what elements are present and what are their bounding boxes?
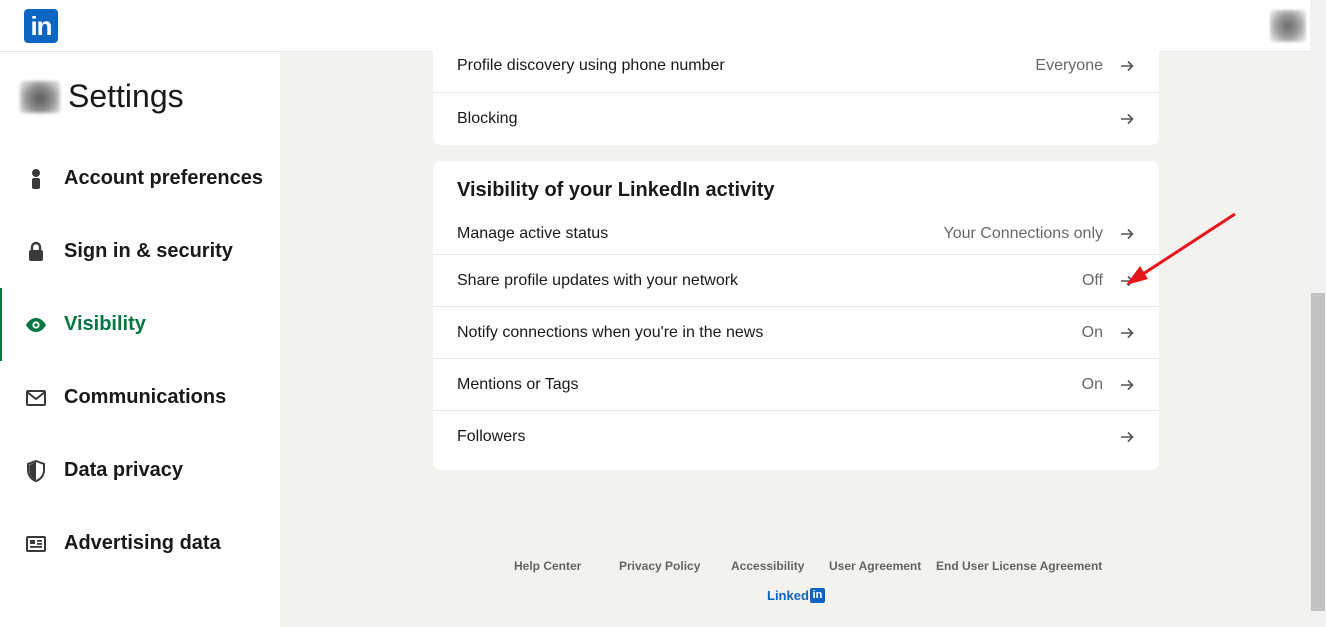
sidebar-item-label: Communications — [64, 386, 227, 408]
setting-row-share-profile-updates[interactable]: Share profile updates with your network … — [433, 254, 1159, 306]
sidebar-item-account-preferences[interactable]: Account preferences — [0, 142, 280, 215]
setting-value: Everyone — [1035, 57, 1103, 74]
setting-row-followers[interactable]: Followers — [433, 410, 1159, 462]
arrow-right-icon — [1119, 429, 1135, 445]
setting-label: Mentions or Tags — [457, 375, 579, 393]
settings-sidebar: Settings Account preferences Sign in & s… — [0, 52, 280, 627]
person-icon — [24, 167, 48, 191]
setting-value: On — [1081, 375, 1103, 393]
sidebar-item-data-privacy[interactable]: Data privacy — [0, 434, 280, 507]
lock-icon — [24, 240, 48, 264]
arrow-right-icon — [1119, 273, 1135, 289]
sidebar-item-label: Advertising data — [64, 532, 221, 554]
page-scrollbar[interactable] — [1310, 0, 1326, 627]
ad-icon — [24, 532, 48, 556]
activity-visibility-card: Visibility of your LinkedIn activity Man… — [433, 161, 1159, 470]
settings-nav: Account preferences Sign in & security V… — [0, 142, 280, 580]
setting-row-profile-discovery-phone[interactable]: Profile discovery using phone number Eve… — [433, 40, 1159, 92]
scrollbar-thumb[interactable] — [1311, 293, 1325, 611]
sidebar-item-communications[interactable]: Communications — [0, 361, 280, 434]
section-title: Visibility of your LinkedIn activity — [457, 179, 775, 201]
footer-link-privacy-policy[interactable]: Privacy Policy — [619, 559, 700, 573]
footer-link-user-agreement[interactable]: User Agreement — [829, 559, 921, 573]
footer-brand-badge: in — [809, 588, 825, 603]
sidebar-item-label: Account preferences — [64, 167, 263, 189]
setting-label: Manage active status — [457, 224, 609, 242]
user-avatar[interactable] — [1270, 10, 1306, 42]
arrow-right-icon — [1119, 377, 1135, 393]
setting-value: On — [1081, 323, 1103, 341]
setting-label: Share profile updates with your network — [457, 271, 739, 289]
sidebar-item-label: Visibility — [64, 313, 146, 335]
setting-label: Profile discovery using phone number — [457, 57, 725, 74]
footer-linkedin-logo: Linked in — [767, 588, 825, 603]
footer-link-help-center[interactable]: Help Center — [514, 559, 581, 573]
shield-icon — [24, 459, 48, 483]
setting-value: Your Connections only — [943, 224, 1103, 242]
setting-label: Blocking — [457, 109, 518, 127]
sidebar-item-visibility[interactable]: Visibility — [0, 288, 280, 361]
setting-label: Notify connections when you're in the ne… — [457, 323, 764, 341]
setting-label: Followers — [457, 427, 526, 445]
arrow-right-icon — [1119, 58, 1135, 74]
profile-avatar — [20, 80, 60, 113]
setting-value: Off — [1081, 271, 1103, 289]
footer-brand-text: Linked — [767, 588, 809, 603]
arrow-right-icon — [1119, 226, 1135, 242]
envelope-icon — [24, 386, 48, 410]
sidebar-item-sign-in-security[interactable]: Sign in & security — [0, 215, 280, 288]
arrow-right-icon — [1119, 325, 1135, 341]
sidebar-item-label: Sign in & security — [64, 240, 233, 262]
setting-row-notify-connections-news[interactable]: Notify connections when you're in the ne… — [433, 306, 1159, 358]
settings-header: Settings — [20, 78, 184, 115]
page-title: Settings — [68, 78, 184, 114]
profile-network-card: Profile discovery using phone number Eve… — [433, 40, 1159, 145]
setting-row-manage-active-status[interactable]: Manage active status Your Connections on… — [433, 213, 1159, 254]
eye-icon — [24, 313, 48, 337]
footer-link-eula[interactable]: End User License Agreement — [936, 559, 1102, 573]
footer-link-accessibility[interactable]: Accessibility — [731, 559, 804, 573]
sidebar-item-label: Data privacy — [64, 459, 183, 481]
arrow-right-icon — [1119, 111, 1135, 127]
setting-row-blocking[interactable]: Blocking — [433, 92, 1159, 144]
sidebar-item-advertising-data[interactable]: Advertising data — [0, 507, 280, 580]
setting-row-mentions-tags[interactable]: Mentions or Tags On — [433, 358, 1159, 410]
linkedin-logo-icon[interactable]: in — [24, 9, 58, 43]
